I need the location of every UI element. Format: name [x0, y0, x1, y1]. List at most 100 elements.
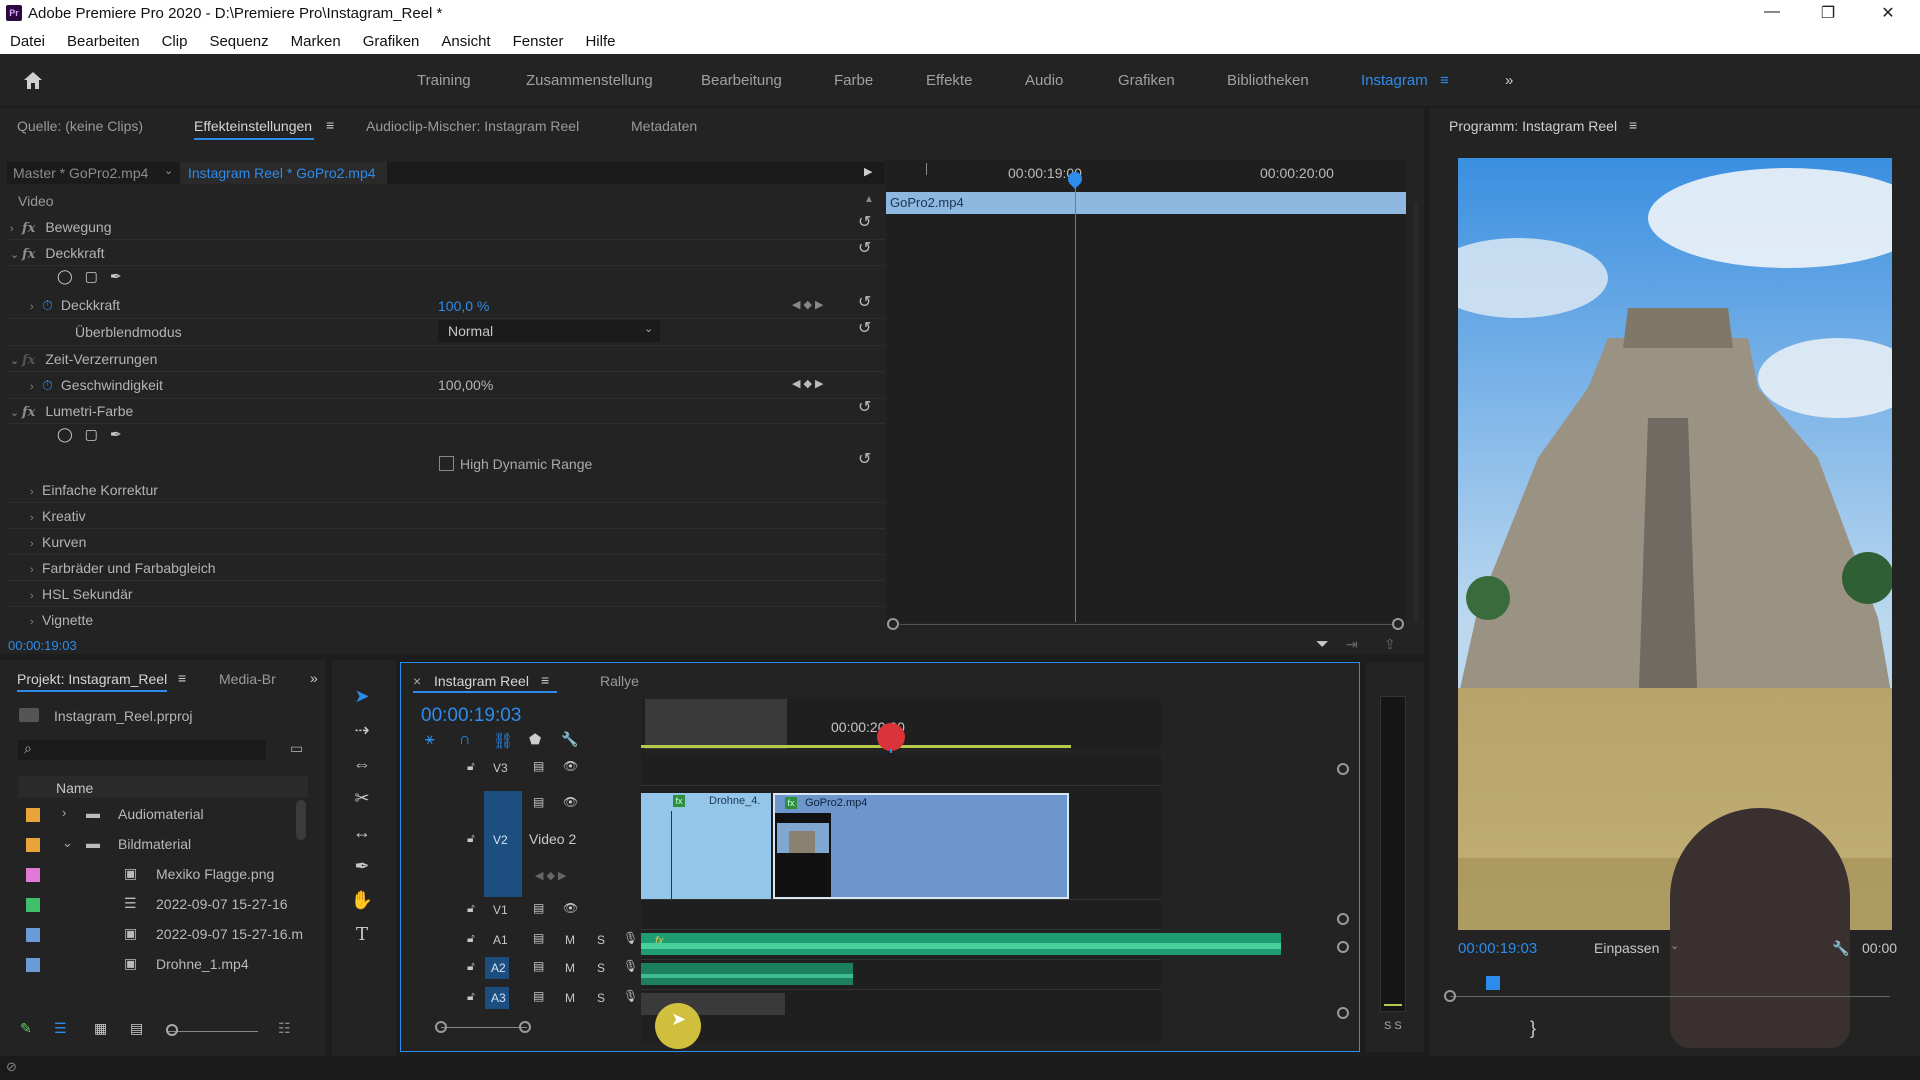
- effect-bewegung[interactable]: › fx Bewegung: [10, 219, 112, 236]
- program-playhead[interactable]: [1486, 976, 1500, 990]
- solo-button[interactable]: S: [597, 961, 605, 975]
- track-label-a2[interactable]: A2: [491, 961, 506, 975]
- effect-deckkraft[interactable]: ⌄ fx Deckkraft: [10, 245, 104, 262]
- reset-icon[interactable]: ↺: [858, 212, 871, 232]
- reset-icon[interactable]: ↺: [858, 292, 871, 312]
- project-item[interactable]: › ▬ Audiomaterial: [18, 800, 296, 828]
- tab-rallye[interactable]: Rallye: [600, 673, 639, 689]
- program-scrub-bar[interactable]: [1450, 996, 1890, 997]
- tab-source[interactable]: Quelle: (keine Clips): [17, 118, 143, 134]
- lock-icon[interactable]: 🔓︎: [467, 901, 475, 916]
- home-icon[interactable]: [22, 70, 44, 90]
- zoom-slider[interactable]: [168, 1031, 258, 1032]
- new-bin-icon[interactable]: ▭: [290, 740, 303, 757]
- project-item[interactable]: ▣ Mexiko Flagge.png: [18, 860, 296, 888]
- tab-project[interactable]: Projekt: Instagram_Reel: [17, 671, 167, 687]
- track-scroll-knob[interactable]: [1337, 763, 1349, 775]
- timeline-timecode[interactable]: 00:00:19:03: [421, 705, 521, 727]
- label-color-swatch[interactable]: [26, 898, 40, 912]
- master-clip-label[interactable]: Master * GoPro2.mp4: [13, 165, 148, 181]
- close-button[interactable]: ✕: [1868, 3, 1908, 25]
- label-color-swatch[interactable]: [26, 958, 40, 972]
- fx-icon[interactable]: fx: [22, 221, 35, 236]
- label-color-swatch[interactable]: [26, 868, 40, 882]
- track-label-v2[interactable]: V2: [493, 833, 508, 847]
- nest-icon[interactable]: ⚹: [425, 731, 435, 749]
- tab-audioclip-mixer[interactable]: Audioclip-Mischer: Instagram Reel: [366, 118, 579, 134]
- project-menu-icon[interactable]: ≡: [178, 670, 186, 686]
- tab-instagram-reel[interactable]: Instagram Reel: [434, 673, 529, 689]
- fx-icon[interactable]: fx: [22, 247, 35, 262]
- chevron-down-icon[interactable]: ⌄: [1670, 939, 1679, 952]
- panel-overflow-icon[interactable]: »: [310, 670, 318, 686]
- pen-tool-icon[interactable]: ✒: [350, 856, 374, 880]
- effects-timecode[interactable]: 00:00:19:03: [8, 638, 77, 653]
- ellipse-mask-icon[interactable]: ◯: [57, 268, 73, 285]
- eye-icon[interactable]: 👁︎: [563, 759, 578, 773]
- mini-scrollbar[interactable]: [1414, 202, 1418, 622]
- lumetri-sub-hsl[interactable]: › HSL Sekundär: [30, 586, 133, 602]
- project-item[interactable]: ▣ 2022-09-07 15-27-16.m: [18, 920, 303, 948]
- share-icon[interactable]: ⇪: [1384, 636, 1396, 653]
- tab-effect-controls[interactable]: Effekteinstellungen: [194, 118, 312, 134]
- zoom-scroll-left[interactable]: [887, 618, 899, 630]
- sequence-clip-label[interactable]: Instagram Reel * GoPro2.mp4: [188, 165, 376, 181]
- track-label-v3[interactable]: V3: [493, 761, 508, 775]
- menu-hilfe[interactable]: Hilfe: [585, 33, 615, 50]
- project-item[interactable]: ☰ 2022-09-07 15-27-16: [18, 890, 296, 918]
- rectangle-mask-icon[interactable]: ▢: [85, 268, 98, 285]
- eye-icon[interactable]: 👁︎: [563, 795, 578, 809]
- workspace-menu-icon[interactable]: ≡: [1440, 72, 1449, 89]
- slip-tool-icon[interactable]: ↔: [350, 822, 374, 846]
- linked-selection-icon[interactable]: ⛓: [493, 731, 513, 751]
- filter-icon[interactable]: ⏷: [1316, 636, 1329, 654]
- keyframe-nav[interactable]: ◀ ◆ ▶: [535, 869, 567, 882]
- menu-sequenz[interactable]: Sequenz: [209, 33, 268, 50]
- reset-icon[interactable]: ↺: [858, 238, 871, 258]
- project-search-input[interactable]: [18, 740, 266, 760]
- sync-lock-icon[interactable]: ▤: [533, 931, 544, 945]
- reset-icon[interactable]: ↺: [858, 318, 871, 338]
- mute-button[interactable]: M: [565, 991, 575, 1005]
- timeline-menu-icon[interactable]: ≡: [541, 672, 549, 688]
- hdr-checkbox[interactable]: [439, 456, 454, 471]
- solo-button[interactable]: S: [597, 991, 605, 1005]
- minimize-button[interactable]: —: [1752, 3, 1792, 25]
- microphone-icon[interactable]: 🎙︎: [623, 959, 638, 973]
- track-label-a3[interactable]: A3: [491, 991, 506, 1005]
- workspace-training[interactable]: Training: [417, 72, 471, 89]
- project-item[interactable]: ▣ Drohne_1.mp4: [18, 950, 296, 978]
- audio-clip-a2[interactable]: [641, 963, 853, 985]
- program-menu-icon[interactable]: ≡: [1629, 117, 1637, 133]
- hand-tool-icon[interactable]: ✋: [350, 890, 374, 914]
- workspace-bibliotheken[interactable]: Bibliotheken: [1227, 72, 1309, 89]
- fit-dropdown[interactable]: Einpassen: [1594, 940, 1659, 956]
- menu-marken[interactable]: Marken: [291, 33, 341, 50]
- scroll-up-icon[interactable]: ▲: [864, 194, 874, 205]
- menu-datei[interactable]: Datei: [10, 33, 45, 50]
- tab-metadata[interactable]: Metadaten: [631, 118, 697, 134]
- label-color-swatch[interactable]: [26, 928, 40, 942]
- sync-lock-icon[interactable]: ▤: [533, 989, 544, 1003]
- icon-view-icon[interactable]: ▦: [94, 1020, 107, 1037]
- geschwindigkeit-value[interactable]: 100,00%: [438, 377, 493, 393]
- effect-controls-menu-icon[interactable]: ≡: [326, 117, 334, 133]
- workspace-overflow-icon[interactable]: »: [1505, 72, 1513, 89]
- ellipse-mask-icon[interactable]: ◯: [57, 426, 73, 443]
- menu-clip[interactable]: Clip: [162, 33, 188, 50]
- sync-lock-icon[interactable]: ▤: [533, 759, 544, 773]
- lumetri-sub-einfache[interactable]: › Einfache Korrektur: [30, 482, 158, 498]
- zoom-scroll-track[interactable]: [900, 624, 1392, 625]
- lumetri-sub-kreativ[interactable]: › Kreativ: [30, 508, 86, 524]
- menu-bearbeiten[interactable]: Bearbeiten: [67, 33, 140, 50]
- playhead-marker[interactable]: [877, 723, 905, 751]
- lock-icon[interactable]: 🔓︎: [467, 931, 475, 946]
- keyframe-nav[interactable]: ◀ ◆ ▶: [792, 298, 824, 311]
- selection-tool-icon[interactable]: ➤: [350, 686, 374, 710]
- track-select-tool-icon[interactable]: ⇢: [350, 720, 374, 744]
- lumetri-sub-kurven[interactable]: › Kurven: [30, 534, 86, 550]
- meter-solo-labels[interactable]: S S: [1384, 1020, 1402, 1032]
- stopwatch-icon[interactable]: ⏱: [42, 297, 53, 313]
- sync-lock-icon[interactable]: ▤: [533, 959, 544, 973]
- timeline-settings-wrench-icon[interactable]: 🔧: [561, 731, 578, 748]
